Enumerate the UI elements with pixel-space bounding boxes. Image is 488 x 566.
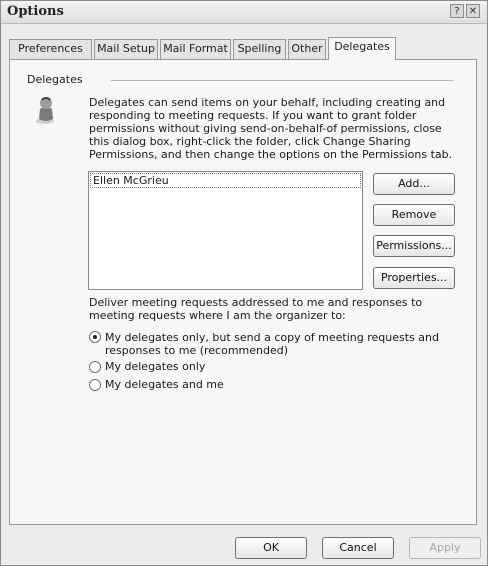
dialog-title: Options	[7, 4, 64, 19]
radio-label-delegates-only-copy-line1[interactable]: My delegates only, but send a copy of me…	[105, 331, 439, 344]
delegates-group-label: Delegates	[27, 73, 83, 86]
apply-button: Apply	[409, 537, 481, 559]
help-icon[interactable]: ?	[450, 4, 464, 18]
tab-other[interactable]: Other	[288, 39, 326, 59]
tab-preferences[interactable]: Preferences	[9, 39, 92, 59]
radio-delegates-only[interactable]	[89, 361, 101, 373]
deliver-meeting-requests-text: Deliver meeting requests addressed to me…	[89, 296, 423, 322]
title-bar: Options ? ✕	[1, 1, 487, 24]
group-divider	[111, 80, 453, 81]
radio-selected-dot	[93, 335, 97, 339]
properties-button[interactable]: Properties...	[373, 267, 455, 289]
remove-button[interactable]: Remove	[373, 204, 455, 226]
delegates-people-icon	[35, 93, 57, 125]
radio-label-delegates-only[interactable]: My delegates only	[105, 360, 205, 373]
permissions-button[interactable]: Permissions...	[373, 235, 455, 257]
delegates-description: Delegates can send items on your behalf,…	[89, 96, 453, 161]
tab-mail-setup[interactable]: Mail Setup	[94, 39, 158, 59]
radio-delegates-only-copy[interactable]	[89, 331, 101, 343]
tab-mail-format[interactable]: Mail Format	[160, 39, 231, 59]
delegates-list[interactable]: Ellen McGrieu	[88, 171, 363, 290]
options-dialog: Options ? ✕ Preferences Mail Setup Mail …	[0, 0, 488, 566]
tab-delegates[interactable]: Delegates	[328, 37, 396, 60]
add-button[interactable]: Add...	[373, 173, 455, 195]
ok-button[interactable]: OK	[235, 537, 307, 559]
tab-spelling[interactable]: Spelling	[233, 39, 286, 59]
radio-label-delegates-and-me[interactable]: My delegates and me	[105, 378, 224, 391]
cancel-button[interactable]: Cancel	[322, 537, 394, 559]
radio-delegates-and-me[interactable]	[89, 379, 101, 391]
list-item[interactable]: Ellen McGrieu	[90, 173, 361, 188]
radio-label-delegates-only-copy-line2[interactable]: responses to me (recommended)	[105, 344, 288, 357]
close-icon[interactable]: ✕	[466, 4, 480, 18]
